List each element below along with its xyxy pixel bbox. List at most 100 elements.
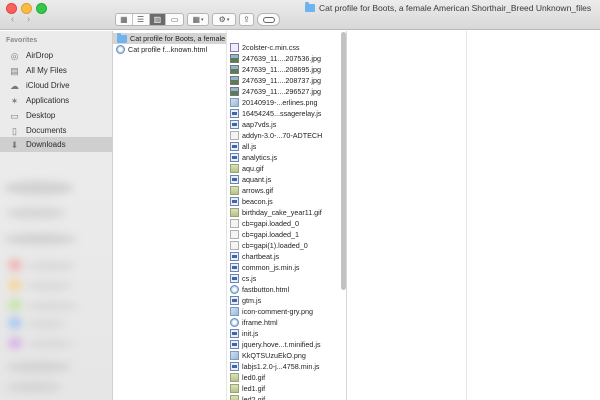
list-item-label: led2.gif [242,395,266,400]
sidebar-item-airdrop[interactable]: ◎ AirDrop [0,48,112,63]
sidebar-item-icloud-drive[interactable]: ☁ iCloud Drive [0,78,112,93]
list-item[interactable]: led2.gif [227,394,346,400]
list-item[interactable]: aap7vds.js [227,119,346,130]
js-file-icon [230,252,239,261]
list-item-label: led0.gif [242,373,266,382]
zoom-window-button[interactable] [36,3,47,14]
list-item[interactable]: icon-comment-gry.png [227,306,346,317]
column-2-scrollbar[interactable] [341,32,346,290]
list-item[interactable]: led1.gif [227,383,346,394]
gif-file-icon [230,373,239,382]
icon-view-button[interactable]: ▦ [116,14,133,25]
list-item[interactable]: analytics.js [227,152,346,163]
list-item[interactable]: jquery.hove...t.minified.js [227,339,346,350]
js-file-icon [230,197,239,206]
list-item[interactable]: aquant.js [227,174,346,185]
js-file-icon [230,296,239,305]
list-item[interactable]: cb=gapi.loaded_1 [227,229,346,240]
list-item-label: cb=gapi(1).loaded_0 [242,241,308,250]
js-file-icon [230,362,239,371]
list-item-label: analytics.js [242,153,278,162]
list-item-label: addyn-3.0-...70-ADTECH [242,131,323,140]
img-file-icon [230,76,239,85]
list-item-label: fastbutton.html [242,285,290,294]
sidebar-item-documents[interactable]: ▯ Documents [0,123,112,138]
list-item-label: KkQTSUzuEkO.png [242,351,306,360]
sidebar-item-applications[interactable]: ✶ Applications [0,93,112,108]
js-file-icon [230,109,239,118]
safari-file-icon [230,318,239,327]
list-item-label: jquery.hove...t.minified.js [242,340,321,349]
list-item[interactable]: common_js.min.js [227,262,346,273]
grid-icon: ▦ [192,15,201,24]
close-window-button[interactable] [6,3,17,14]
sidebar-item-downloads[interactable]: ⬇ Downloads [0,137,112,152]
list-item[interactable]: cb=gapi(1).loaded_0 [227,240,346,251]
sidebar: Favorites ◎ AirDrop ▤ All My Files ☁ iCl… [0,31,113,400]
chevron-down-icon: ▾ [226,16,230,23]
list-item[interactable]: chartbeat.js [227,251,346,262]
list-item[interactable]: addyn-3.0-...70-ADTECH [227,130,346,141]
sidebar-item-label: Downloads [26,140,66,149]
list-item[interactable]: aqu.gif [227,163,346,174]
column-view-button[interactable]: ▥ [149,14,167,25]
browser-column-2: 2colster-c.min.css 247639_11....207536.jp… [227,31,347,400]
list-item[interactable]: cb=gapi.loaded_0 [227,218,346,229]
action-button[interactable]: ⚙ ▾ [212,13,236,26]
list-item[interactable]: birthday_cake_year11.gif [227,207,346,218]
gif-file-icon [230,186,239,195]
sidebar-item-all-my-files[interactable]: ▤ All My Files [0,63,112,78]
chevron-down-icon: ▾ [201,16,204,23]
list-item[interactable]: init.js [227,328,346,339]
list-item-html-file[interactable]: Cat profile f...known.html [113,44,226,55]
list-item[interactable]: labjs1.2.0-j...4758.min.js [227,361,346,372]
gif-file-icon [230,384,239,393]
minimize-window-button[interactable] [21,3,32,14]
png-file-icon [230,98,239,107]
js-file-icon [230,329,239,338]
share-button[interactable]: ⇪ [239,13,254,26]
browser-column-1: Cat profile for Boots, a female American… [113,31,227,400]
list-item[interactable]: beacon.js [227,196,346,207]
cover-flow-icon: ▭ [170,15,179,24]
sidebar-item-label: All My Files [26,66,67,75]
list-item[interactable]: 247639_11....207536.jpg [227,53,346,64]
list-item[interactable]: fastbutton.html [227,284,346,295]
list-item[interactable]: 2colster-c.min.css [227,42,346,53]
list-item[interactable]: 20140919-...erlines.png [227,97,346,108]
js-file-icon [230,175,239,184]
list-item[interactable]: gtm.js [227,295,346,306]
list-item[interactable]: 16454245...ssagerelay.js [227,108,346,119]
list-item[interactable]: led0.gif [227,372,346,383]
tag-button[interactable] [257,13,280,26]
img-file-icon [230,65,239,74]
list-item[interactable]: cs.js [227,273,346,284]
list-item-label: labjs1.2.0-j...4758.min.js [242,362,320,371]
list-item-label: gtm.js [242,296,262,305]
column-view-icon: ▥ [153,15,162,24]
sidebar-item-desktop[interactable]: ▭ Desktop [0,108,112,123]
safari-file-icon [230,285,239,294]
folder-icon [117,33,127,43]
list-item[interactable]: iframe.html [227,317,346,328]
js-file-icon [230,153,239,162]
doc-file-icon [230,219,239,228]
list-item-label: 247639_11....208695.jpg [242,65,322,74]
img-file-icon [230,54,239,63]
list-item[interactable]: 247639_11....296527.jpg [227,86,346,97]
forward-button[interactable]: › [22,14,35,26]
back-button[interactable]: ‹ [6,14,19,26]
list-item[interactable]: arrows.gif [227,185,346,196]
list-view-button[interactable]: ☰ [133,14,150,25]
arrange-button[interactable]: ▦ ▾ [187,13,209,26]
list-item[interactable]: all.js [227,141,346,152]
list-item[interactable]: 247639_11....208737.jpg [227,75,346,86]
list-item-label: cs.js [242,274,257,283]
list-item-label: aquant.js [242,175,272,184]
list-item[interactable]: KkQTSUzuEkO.png [227,350,346,361]
blurred-sidebar-region [0,181,112,400]
cover-flow-button[interactable]: ▭ [166,14,183,25]
list-item-files-folder[interactable]: Cat profile for Boots, a female American… [113,33,226,44]
desktop-icon: ▭ [10,110,19,121]
list-item[interactable]: 247639_11....208695.jpg [227,64,346,75]
